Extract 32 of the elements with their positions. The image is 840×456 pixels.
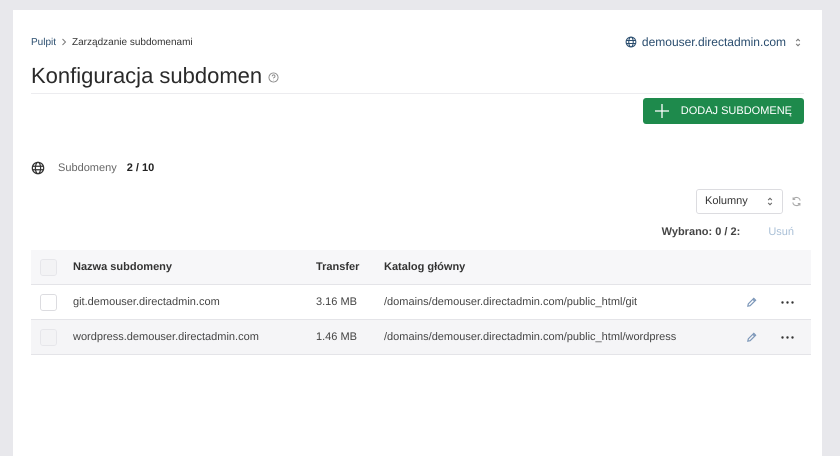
checkbox[interactable] xyxy=(40,294,57,310)
counter-value: 2 / 10 xyxy=(126,161,154,176)
more-icon[interactable] xyxy=(781,300,794,304)
breadcrumb-link[interactable]: Zarządzanie subdomenami xyxy=(72,34,193,50)
table-cell-text: 1.46 MB xyxy=(316,330,358,345)
column-header: Nazwa subdomeny xyxy=(73,260,174,275)
column-header: Transfer xyxy=(316,260,360,275)
sort-icon xyxy=(794,36,802,48)
table-cell-text: git.demouser.directadmin.com xyxy=(73,294,221,310)
selection-count: Wybrano: 0 / 2: xyxy=(662,224,740,240)
globe-icon xyxy=(624,36,637,48)
pencil-icon[interactable] xyxy=(746,296,757,308)
column-header: Katalog główny xyxy=(384,260,466,275)
chevron-icon xyxy=(61,38,68,46)
table-row[interactable]: wordpress.demouser.directadmin.com 1.46 MB /domains/demouser.directadmin.com/public_html/wordpress xyxy=(31,320,811,355)
table-cell-text: /domains/demouser.directadmin.com/public_html/git xyxy=(384,294,638,310)
help-icon[interactable] xyxy=(268,72,280,82)
table-cell-text: wordpress.demouser.directadmin.com xyxy=(73,330,260,345)
sort-icon xyxy=(766,196,774,206)
add-subdomain-button[interactable]: DODAJ SUBDOMENĘ xyxy=(642,98,804,124)
pencil-icon[interactable] xyxy=(746,332,757,342)
globe-icon xyxy=(31,161,45,176)
counter-label: Subdomeny xyxy=(58,161,117,176)
plus-icon xyxy=(654,104,669,118)
table-cell-text: 3.16 MB xyxy=(316,294,358,310)
columns-select[interactable]: Kolumny xyxy=(696,188,783,214)
breadcrumb-link[interactable]: Pulpit xyxy=(31,34,56,50)
table-cell-text: /domains/demouser.directadmin.com/public_html/wordpress xyxy=(384,330,678,345)
page-title: Konfiguracja subdomen xyxy=(31,62,262,90)
refresh-icon[interactable] xyxy=(791,196,802,206)
domain-selector[interactable]: demouser.directadmin.com xyxy=(624,33,802,51)
more-icon[interactable] xyxy=(781,336,794,338)
